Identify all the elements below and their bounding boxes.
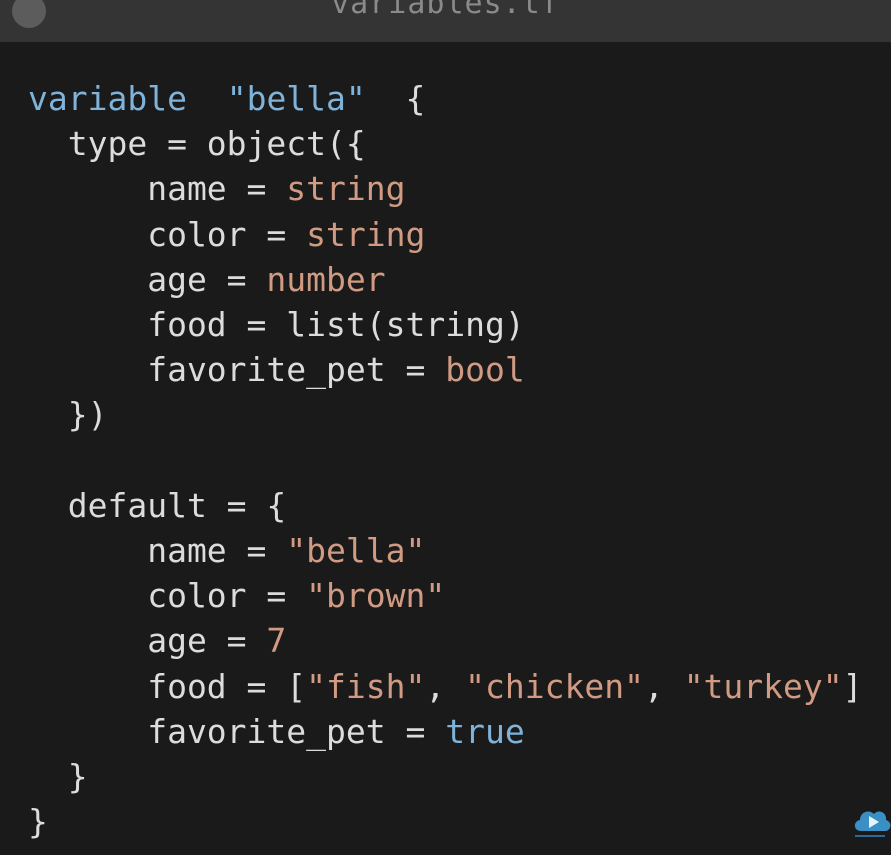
code-line: }) [28, 392, 108, 437]
code-line: color = string [28, 212, 425, 257]
code-token: "bella" [286, 531, 426, 570]
code-token: favorite_pet = [28, 350, 446, 390]
code-editor[interactable]: variable "bella" { type = object({ name … [0, 42, 891, 855]
code-line: variable "bella" { [28, 76, 425, 121]
code-line: food = ["fish", "chicken", "turkey"] [28, 664, 863, 709]
code-token: name = [28, 169, 287, 209]
code-line: age = 7 [28, 618, 286, 663]
code-line: favorite_pet = true [28, 709, 525, 754]
title-bar: variables.tf [0, 0, 891, 42]
code-line: name = "bella" [28, 528, 425, 573]
code-token: true [445, 711, 525, 751]
code-token: age = [28, 259, 267, 299]
code-token: color = [28, 214, 307, 254]
code-token: default = { [28, 485, 287, 525]
code-token: string [306, 214, 426, 254]
code-line: age = number [28, 257, 386, 302]
code-token: , [643, 666, 684, 706]
code-line: favorite_pet = bool [28, 347, 525, 392]
code-token: , [425, 666, 466, 706]
code-token: variable [28, 79, 187, 118]
code-token: name = [28, 531, 287, 570]
code-token: }) [28, 395, 108, 435]
code-token: favorite_pet = [28, 711, 446, 751]
code-token: "chicken" [465, 666, 644, 706]
code-line: } [28, 754, 88, 799]
editor-window: variables.tf variable "bella" { type = o… [0, 0, 891, 855]
code-line: type = object({ [28, 121, 366, 166]
code-token: { [365, 79, 426, 118]
code-token: } [28, 802, 48, 842]
code-token: } [28, 757, 88, 796]
code-line: color = "brown" [28, 573, 445, 618]
code-token: number [266, 259, 386, 299]
code-token: age = [28, 621, 267, 661]
code-token: "fish" [306, 666, 426, 706]
code-token: 7 [266, 621, 287, 661]
code-token: "brown" [306, 576, 446, 616]
code-token: "turkey" [683, 666, 843, 706]
code-token: bool [445, 350, 525, 390]
code-line: default = { [28, 483, 287, 528]
code-token: "bella" [226, 79, 366, 118]
code-token: ] [842, 666, 863, 706]
code-line: } [28, 799, 48, 844]
code-token: color = [28, 576, 307, 616]
code-token: food = [ [28, 666, 307, 706]
code-token: string [286, 169, 406, 209]
code-line: name = string [28, 166, 406, 211]
code-line: food = list(string) [28, 302, 525, 347]
code-token: type = object({ [28, 124, 366, 164]
cloud-play-logo-icon [854, 811, 891, 837]
window-title: variables.tf [331, 0, 560, 21]
code-token: food = list(string) [28, 305, 525, 344]
